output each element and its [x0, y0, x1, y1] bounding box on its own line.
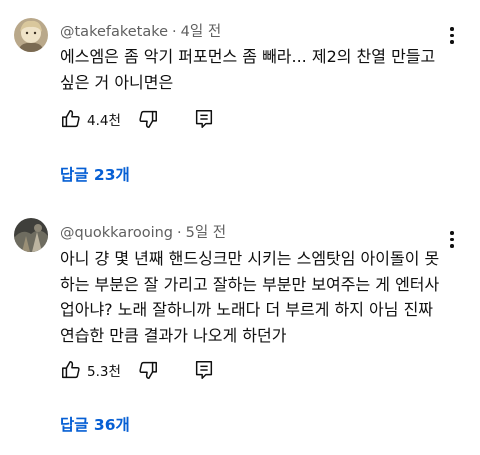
thumbs-down-icon[interactable] — [135, 106, 161, 132]
avatar[interactable] — [14, 218, 48, 252]
comment-actions: 5.3천 — [58, 357, 217, 383]
like-count: 5.3천 — [87, 364, 121, 380]
comment-text-line: 에스엠은 좀 악기 퍼포먼스 좀 빼라... 제2의 찬열 만들고 — [60, 47, 436, 66]
like-count: 4.4천 — [87, 113, 121, 129]
comment-meta: @quokkarooing · 5일 전 — [60, 221, 226, 242]
reply-icon[interactable] — [191, 106, 217, 132]
thumbs-up-icon[interactable] — [58, 357, 84, 383]
comment-time[interactable]: 5일 전 — [186, 225, 227, 241]
comment-text-line: 업아냐? 노래 잘하니까 노래다 더 부르게 하지 아님 진짜 — [60, 300, 434, 319]
replies-link[interactable]: 답글 36개 — [60, 413, 130, 435]
separator-dot: · — [177, 225, 182, 241]
thumbs-down-icon[interactable] — [135, 357, 161, 383]
comment-text-line: 하는 부분은 잘 가리고 잘하는 부분만 보여주는 게 엔터사 — [60, 274, 440, 294]
comment-meta: @takefaketake · 4일 전 — [60, 20, 221, 41]
comment-text: 아니 걍 몇 년째 핸드싱크만 시키는 스엠탓임 아이돌이 못 하는 부분은 잘… — [60, 246, 468, 348]
reply-icon[interactable] — [191, 357, 217, 383]
comment-time[interactable]: 4일 전 — [181, 24, 222, 40]
author-name[interactable]: @quokkarooing — [60, 225, 173, 241]
author-name[interactable]: @takefaketake — [60, 24, 168, 40]
comment-text: 에스엠은 좀 악기 퍼포먼스 좀 빼라... 제2의 찬열 만들고 싶은 거 아… — [60, 44, 468, 95]
separator-dot: · — [172, 24, 177, 40]
comment-text-line: 싶은 거 아니면은 — [60, 72, 174, 92]
replies-link[interactable]: 답글 23개 — [60, 163, 130, 185]
comment-text-line: 아니 걍 몇 년째 핸드싱크만 시키는 스엠탓임 아이돌이 못 — [60, 249, 440, 268]
comment-actions: 4.4천 — [58, 106, 217, 132]
more-vert-icon[interactable] — [446, 27, 458, 44]
thumbs-up-icon[interactable] — [58, 106, 84, 132]
comment-text-line: 연습한 만큼 결과가 나오게 하던가 — [60, 325, 287, 345]
avatar[interactable] — [14, 18, 48, 52]
